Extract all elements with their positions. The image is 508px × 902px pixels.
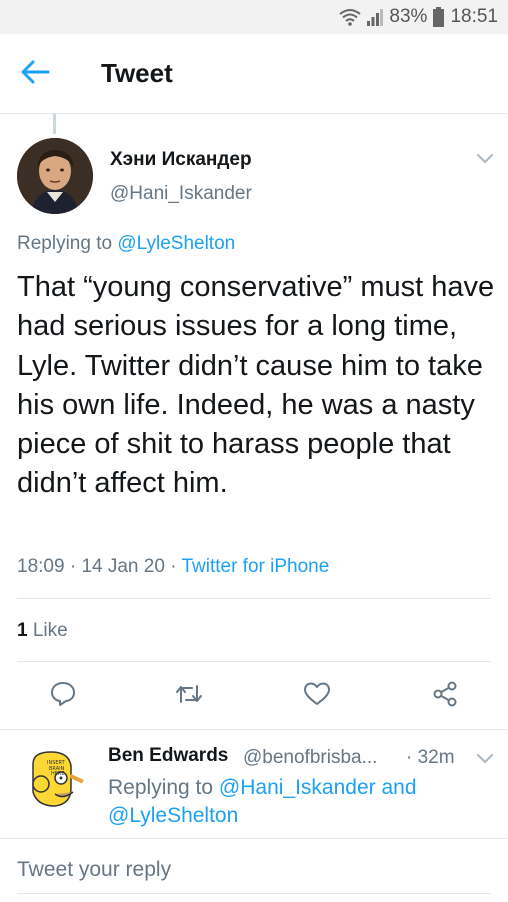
author-name[interactable]: Хэни Искандер [110, 149, 252, 171]
tweet-time: 18:09 [17, 556, 65, 577]
wifi-icon [339, 8, 362, 26]
divider [17, 598, 491, 599]
retweet-icon [174, 680, 204, 713]
chevron-down-icon [470, 754, 500, 776]
app-bar: Tweet [0, 34, 508, 114]
replying-to-link[interactable]: @LyleShelton [117, 233, 235, 254]
share-button[interactable] [427, 678, 463, 714]
like-icon [303, 680, 331, 713]
reply-icon [49, 680, 77, 713]
reply-replying-to: Replying to @Hani_Iskander and @LyleShel… [108, 774, 448, 830]
tweet-meta: 18:09 · 14 Jan 20 · Twitter for iPhone [17, 556, 329, 578]
reply-replying-to-link[interactable]: @Hani_Iskander [219, 776, 376, 799]
divider [17, 661, 491, 662]
reply-age: · 32m [406, 747, 455, 768]
replying-prefix: Replying to [17, 233, 113, 254]
tweet-date: 14 Jan 20 [81, 556, 165, 577]
replying-to: Replying to @LyleShelton [17, 233, 235, 255]
share-icon [431, 680, 459, 713]
reply-button[interactable] [45, 678, 81, 714]
reply-replying-to-link[interactable]: @LyleShelton [108, 804, 238, 827]
author-handle[interactable]: @Hani_Iskander [110, 183, 252, 205]
compose-underline [17, 893, 491, 894]
divider [0, 729, 508, 730]
battery-icon [433, 7, 445, 27]
meta-separator: · [69, 556, 77, 577]
chevron-down-icon [470, 154, 500, 176]
divider [0, 838, 508, 839]
signal-icon [367, 8, 384, 26]
like-button[interactable] [299, 678, 335, 714]
author-avatar[interactable] [17, 138, 93, 214]
reply-author-name[interactable]: Ben Edwards [108, 745, 228, 767]
page-title: Tweet [101, 58, 173, 88]
retweet-button[interactable] [171, 678, 207, 714]
reply-author-handle[interactable]: @benofbrisba... [243, 747, 377, 769]
reply-replying-and: and [381, 776, 417, 799]
like-count-value: 1 [17, 620, 28, 641]
svg-text:HERE: HERE [51, 771, 65, 777]
thread-connector [53, 114, 56, 134]
reply-author-avatar[interactable]: INSERT BRAIN HERE [17, 744, 93, 820]
likes-count[interactable]: 1 Like [17, 620, 68, 642]
status-bar: 83% 18:51 [0, 0, 508, 34]
tweet-text: That “young conservative” must have had … [17, 271, 495, 500]
like-count-label: Like [32, 620, 68, 641]
tweet-menu-button[interactable] [470, 146, 500, 172]
reply-replying-prefix: Replying to [108, 776, 214, 799]
compose-reply-input[interactable]: Tweet your reply [17, 858, 171, 882]
back-button[interactable] [20, 58, 56, 90]
clock: 18:51 [450, 6, 498, 27]
battery-percent: 83% [389, 6, 428, 27]
tweet-source-link[interactable]: Twitter for iPhone [181, 556, 329, 577]
back-arrow-icon [20, 59, 50, 90]
reply-menu-button[interactable] [470, 746, 500, 772]
meta-separator: · [170, 556, 177, 577]
